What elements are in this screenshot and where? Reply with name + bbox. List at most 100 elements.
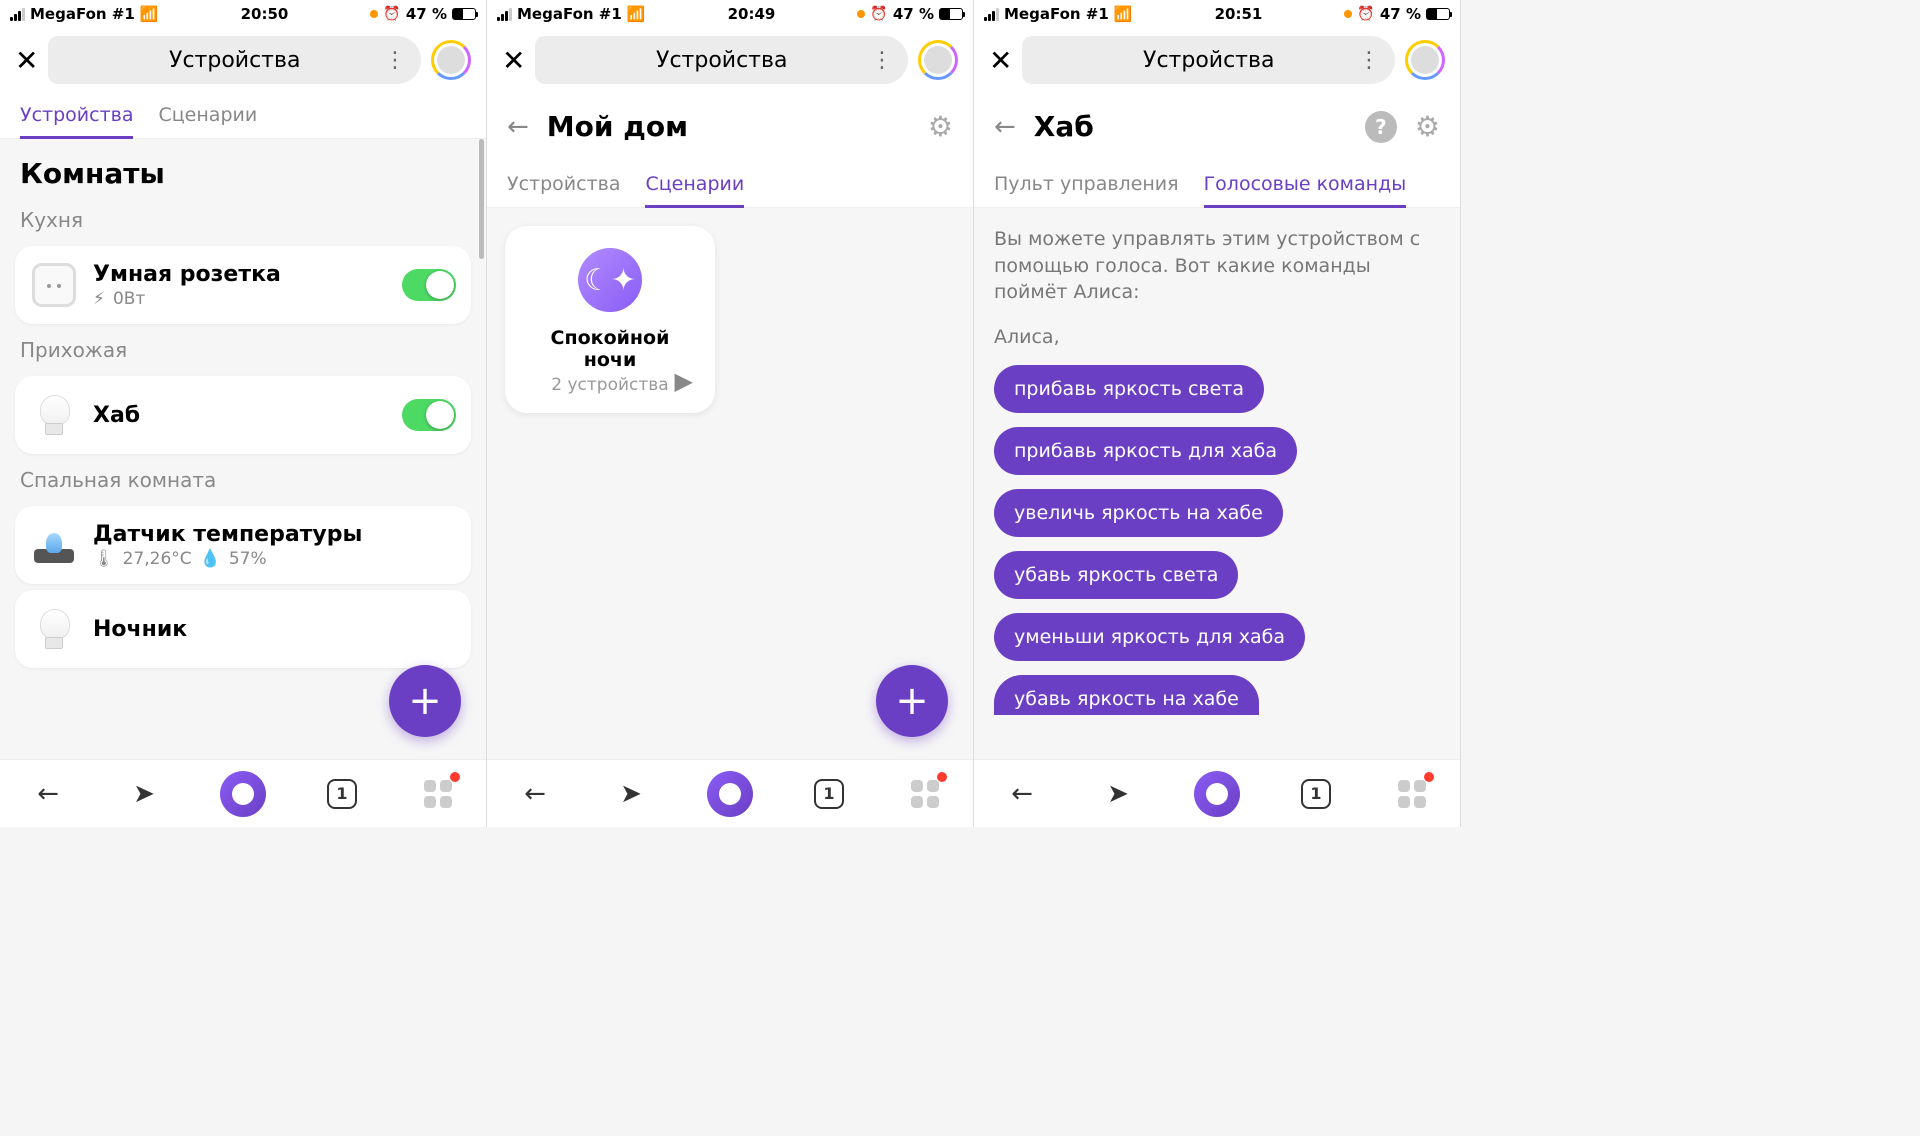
nav-tabs-button[interactable]: 1 (1296, 774, 1336, 814)
more-icon[interactable]: ⋮ (871, 48, 893, 73)
nav-alice-icon[interactable] (220, 771, 266, 817)
gear-icon[interactable]: ⚙ (1415, 110, 1440, 143)
recording-dot-icon (370, 10, 378, 18)
signal-icon (497, 8, 512, 21)
device-power: 0Вт (113, 289, 145, 309)
tab-devices[interactable]: Устройства (20, 92, 133, 138)
nav-grid-icon[interactable] (418, 774, 458, 814)
nav-send-icon[interactable]: ➤ (124, 774, 164, 814)
droplet-icon: 💧 (200, 549, 221, 569)
wifi-icon: 📶 (627, 5, 646, 23)
add-fab[interactable]: + (876, 665, 948, 737)
close-icon[interactable]: ✕ (15, 44, 38, 77)
tab-devices[interactable]: Устройства (507, 161, 620, 207)
header-title-pill[interactable]: Устройства ⋮ (1022, 36, 1395, 84)
carrier: MegaFon #1 (517, 5, 622, 23)
voice-command[interactable]: прибавь яркость для хаба (994, 427, 1297, 475)
rooms-heading: Комнаты (0, 139, 486, 200)
bottom-nav: ← ➤ 1 (974, 759, 1460, 827)
header-title: Устройства (1143, 48, 1274, 73)
bolt-icon: ⚡ (93, 289, 105, 309)
clock: 20:49 (728, 5, 776, 23)
scenario-card[interactable]: ☾✦ Спокойной ночи 2 устройства ▶ (505, 226, 715, 413)
bulb-icon (40, 395, 68, 435)
voice-command[interactable]: увеличь яркость на хабе (994, 489, 1283, 537)
nav-tabs-button[interactable]: 1 (809, 774, 849, 814)
back-icon[interactable]: ← (994, 112, 1016, 142)
status-bar: MegaFon #1 📶 20:50 ⏰ 47 % (0, 0, 486, 28)
play-icon[interactable]: ▶ (675, 367, 693, 395)
back-icon[interactable]: ← (507, 112, 529, 142)
status-bar: MegaFon #1 📶 20:49 ⏰ 47 % (487, 0, 973, 28)
nav-back-icon[interactable]: ← (1002, 774, 1042, 814)
voice-command[interactable]: убавь яркость света (994, 551, 1238, 599)
toggle-switch[interactable] (402, 399, 456, 431)
socket-icon (32, 263, 76, 307)
gear-icon[interactable]: ⚙ (928, 110, 953, 143)
nav-grid-icon[interactable] (1392, 774, 1432, 814)
avatar[interactable] (1405, 40, 1445, 80)
wifi-icon: 📶 (1114, 5, 1133, 23)
wifi-icon: 📶 (140, 5, 159, 23)
notification-dot-icon (1424, 772, 1434, 782)
more-icon[interactable]: ⋮ (1358, 48, 1380, 73)
tab-voice[interactable]: Голосовые команды (1204, 161, 1407, 207)
room-label: Кухня (0, 200, 486, 240)
nav-alice-icon[interactable] (707, 771, 753, 817)
alarm-icon: ⏰ (870, 6, 887, 22)
more-icon[interactable]: ⋮ (384, 48, 406, 73)
bottom-nav: ← ➤ 1 (487, 759, 973, 827)
avatar[interactable] (431, 40, 471, 80)
device-card-socket[interactable]: Умная розетка ⚡ 0Вт (15, 246, 471, 324)
tab-remote[interactable]: Пульт управления (994, 161, 1179, 207)
device-name: Умная розетка (93, 262, 387, 287)
carrier: MegaFon #1 (30, 5, 135, 23)
header-title-pill[interactable]: Устройства ⋮ (535, 36, 908, 84)
nav-tabs-button[interactable]: 1 (322, 774, 362, 814)
battery-pct: 47 % (406, 5, 447, 23)
voice-command[interactable]: прибавь яркость света (994, 365, 1264, 413)
thermometer-icon: 🌡 (93, 549, 115, 569)
sensor-icon (34, 527, 74, 563)
carrier: MegaFon #1 (1004, 5, 1109, 23)
nav-send-icon[interactable]: ➤ (611, 774, 651, 814)
nav-alice-icon[interactable] (1194, 771, 1240, 817)
device-name: Ночник (93, 617, 456, 642)
add-fab[interactable]: + (389, 665, 461, 737)
header-title-pill[interactable]: Устройства ⋮ (48, 36, 421, 84)
tab-scenarios[interactable]: Сценарии (645, 161, 744, 207)
bulb-icon (40, 609, 68, 649)
temperature-value: 27,26°C (123, 549, 192, 569)
notification-dot-icon (450, 772, 460, 782)
nav-send-icon[interactable]: ➤ (1098, 774, 1138, 814)
notification-dot-icon (937, 772, 947, 782)
page-title: Мой дом (547, 110, 910, 143)
header-title: Устройства (169, 48, 300, 73)
avatar[interactable] (918, 40, 958, 80)
voice-command[interactable]: убавь яркость на хабе (994, 675, 1259, 715)
alarm-icon: ⏰ (1357, 6, 1374, 22)
battery-pct: 47 % (893, 5, 934, 23)
nav-grid-icon[interactable] (905, 774, 945, 814)
tab-scenarios[interactable]: Сценарии (158, 92, 257, 138)
signal-icon (984, 8, 999, 21)
scenario-name: Спокойной ночи (523, 327, 697, 371)
help-icon[interactable]: ? (1365, 111, 1397, 143)
device-card-hub[interactable]: Хаб (15, 376, 471, 454)
device-card-nightlight[interactable]: Ночник (15, 590, 471, 668)
header-title: Устройства (656, 48, 787, 73)
clock: 20:50 (241, 5, 289, 23)
device-name: Хаб (93, 403, 387, 428)
room-label: Спальная комната (0, 460, 486, 500)
nav-back-icon[interactable]: ← (515, 774, 555, 814)
clock: 20:51 (1215, 5, 1263, 23)
status-bar: MegaFon #1 📶 20:51 ⏰ 47 % (974, 0, 1460, 28)
device-card-temp-sensor[interactable]: Датчик температуры 🌡27,26°C 💧57% (15, 506, 471, 584)
close-icon[interactable]: ✕ (502, 44, 525, 77)
toggle-switch[interactable] (402, 269, 456, 301)
close-icon[interactable]: ✕ (989, 44, 1012, 77)
bottom-nav: ← ➤ 1 (0, 759, 486, 827)
voice-prompt: Алиса, (974, 316, 1460, 358)
voice-command[interactable]: уменьши яркость для хаба (994, 613, 1305, 661)
nav-back-icon[interactable]: ← (28, 774, 68, 814)
